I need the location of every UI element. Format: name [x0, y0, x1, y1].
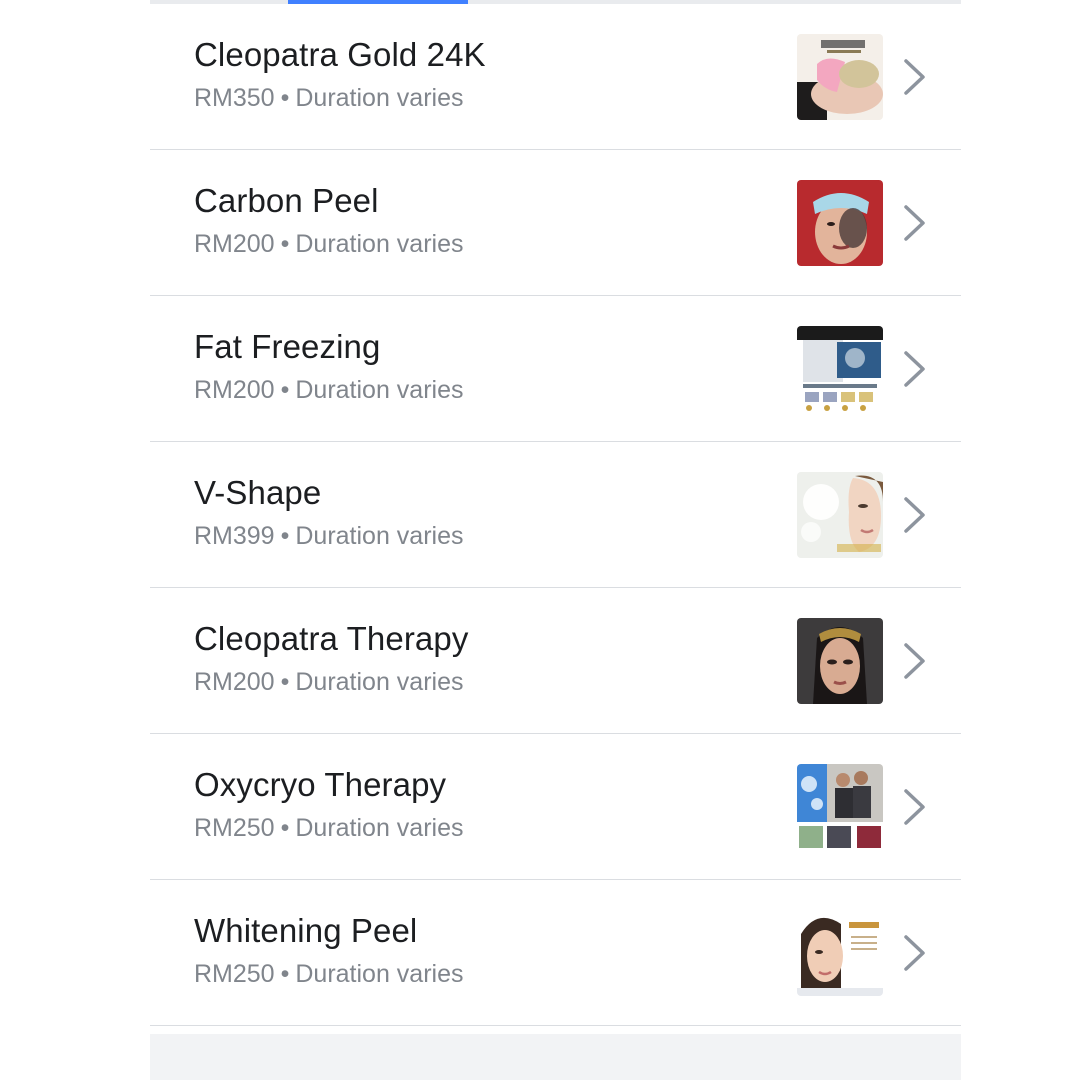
chevron-right-icon: [904, 789, 925, 825]
meta-separator: •: [280, 84, 290, 112]
service-meta: RM200 • Duration varies: [194, 668, 464, 697]
fat-freezing-photo: [797, 326, 883, 412]
services-list: Cleopatra Gold 24K RM350 • Duration varies: [150, 4, 961, 1026]
chevron-right-icon: [904, 59, 925, 95]
chevron-right-icon: [904, 351, 925, 387]
meta-separator: •: [280, 376, 290, 404]
service-meta: RM250 • Duration varies: [194, 814, 464, 843]
service-price: RM350: [194, 84, 275, 112]
service-duration: Duration varies: [295, 230, 464, 258]
service-meta: RM200 • Duration varies: [194, 230, 464, 259]
service-duration: Duration varies: [295, 84, 464, 112]
service-price: RM200: [194, 668, 275, 696]
service-duration: Duration varies: [295, 522, 464, 550]
footer-band: [150, 1034, 961, 1080]
chevron-right-icon: [904, 935, 925, 971]
chevron-right-icon: [904, 643, 925, 679]
service-duration: Duration varies: [295, 814, 464, 842]
service-row-whitening-peel[interactable]: Whitening Peel RM250 • Duration varies: [150, 880, 961, 1026]
meta-separator: •: [280, 230, 290, 258]
service-row-v-shape[interactable]: V-Shape RM399 • Duration varies: [150, 442, 961, 588]
meta-separator: •: [280, 668, 290, 696]
service-name: Oxycryo Therapy: [194, 766, 447, 803]
service-duration: Duration varies: [295, 376, 464, 404]
service-price: RM200: [194, 376, 275, 404]
oxycryo-therapy-photo: [797, 764, 883, 850]
service-meta: RM250 • Duration varies: [194, 960, 464, 989]
page: Cleopatra Gold 24K RM350 • Duration varies: [0, 0, 1080, 1080]
service-name: Cleopatra Therapy: [194, 620, 469, 657]
services-panel: Cleopatra Gold 24K RM350 • Duration varies: [150, 0, 961, 1080]
service-duration: Duration varies: [295, 668, 464, 696]
service-price: RM399: [194, 522, 275, 550]
meta-separator: •: [280, 522, 290, 550]
whitening-peel-photo: [797, 910, 883, 996]
service-name: V-Shape: [194, 474, 322, 511]
chevron-right-icon: [904, 205, 925, 241]
service-name: Carbon Peel: [194, 182, 379, 219]
cleopatra-therapy-photo: [797, 618, 883, 704]
service-name: Fat Freezing: [194, 328, 381, 365]
service-row-oxycryo-therapy[interactable]: Oxycryo Therapy RM250 • Duration varies: [150, 734, 961, 880]
meta-separator: •: [280, 814, 290, 842]
chevron-right-icon: [904, 497, 925, 533]
service-row-fat-freezing[interactable]: Fat Freezing RM200 • Duration varies: [150, 296, 961, 442]
v-shape-photo: [797, 472, 883, 558]
service-duration: Duration varies: [295, 960, 464, 988]
meta-separator: •: [280, 960, 290, 988]
service-row-cleopatra-gold-24k[interactable]: Cleopatra Gold 24K RM350 • Duration varies: [150, 4, 961, 150]
service-price: RM250: [194, 814, 275, 842]
service-row-carbon-peel[interactable]: Carbon Peel RM200 • Duration varies: [150, 150, 961, 296]
service-meta: RM350 • Duration varies: [194, 84, 464, 113]
service-name: Whitening Peel: [194, 912, 418, 949]
cleopatra-gold-photo: [797, 34, 883, 120]
service-name: Cleopatra Gold 24K: [194, 36, 486, 73]
carbon-peel-photo: [797, 180, 883, 266]
service-price: RM250: [194, 960, 275, 988]
service-price: RM200: [194, 230, 275, 258]
service-meta: RM200 • Duration varies: [194, 376, 464, 405]
service-meta: RM399 • Duration varies: [194, 522, 464, 551]
service-row-cleopatra-therapy[interactable]: Cleopatra Therapy RM200 • Duration varies: [150, 588, 961, 734]
